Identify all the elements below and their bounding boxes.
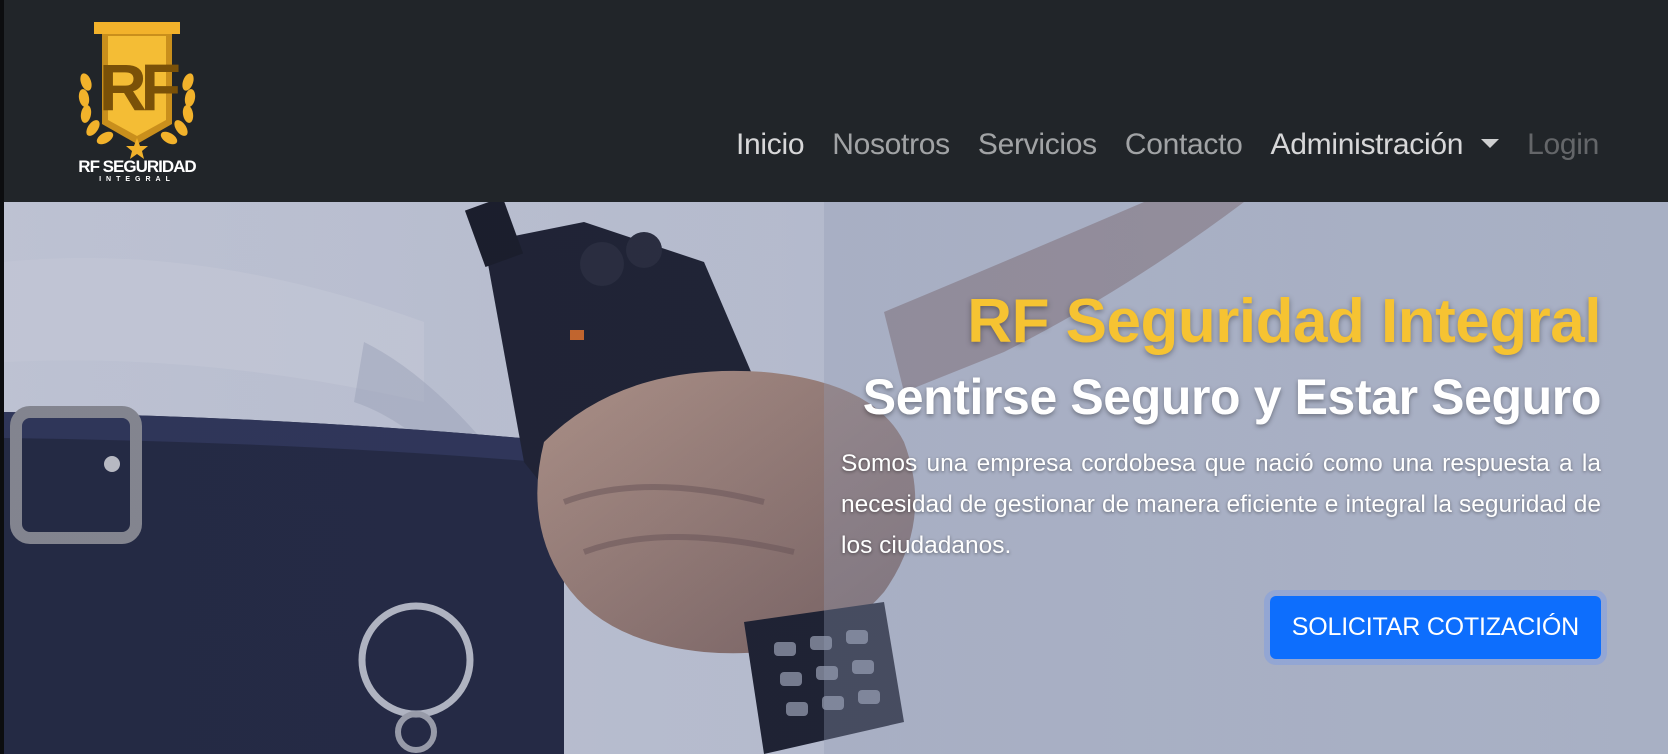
hero-description: Somos una empresa cordobesa que nació co… <box>841 449 1601 559</box>
nav-administracion-dropdown[interactable]: Administración <box>1257 128 1514 162</box>
hero-title: RF Seguridad Integral <box>967 287 1601 356</box>
svg-text:RF: RF <box>99 50 179 124</box>
nav-administracion-label: Administración <box>1270 128 1464 161</box>
logo-emblem-icon: RF RF SEGURIDAD INTEGRAL <box>78 22 196 182</box>
logo-text: RF SEGURIDAD <box>78 157 196 176</box>
brand-logo[interactable]: RF RF SEGURIDAD INTEGRAL <box>78 20 196 182</box>
window-edge <box>0 0 4 754</box>
hero-content: RF Seguridad Integral Sentirse Seguro y … <box>841 286 1602 659</box>
main-nav: Inicio Nosotros Servicios Contacto Admin… <box>722 128 1613 162</box>
svg-text:INTEGRAL: INTEGRAL <box>99 176 175 182</box>
chevron-down-icon <box>1481 138 1500 148</box>
nav-contacto[interactable]: Contacto <box>1111 128 1257 162</box>
nav-login[interactable]: Login <box>1513 128 1613 162</box>
hero-section: RF Seguridad Integral Sentirse Seguro y … <box>4 202 1668 754</box>
nav-inicio[interactable]: Inicio <box>722 128 818 162</box>
request-quote-button[interactable]: SOLICITAR COTIZACIÓN <box>1269 595 1601 659</box>
navbar: RF RF SEGURIDAD INTEGRAL Inicio Nosotros… <box>4 0 1668 202</box>
hero-subtitle: Sentirse Seguro y Estar Seguro <box>862 369 1602 426</box>
nav-nosotros[interactable]: Nosotros <box>818 128 964 162</box>
nav-servicios[interactable]: Servicios <box>964 128 1111 162</box>
